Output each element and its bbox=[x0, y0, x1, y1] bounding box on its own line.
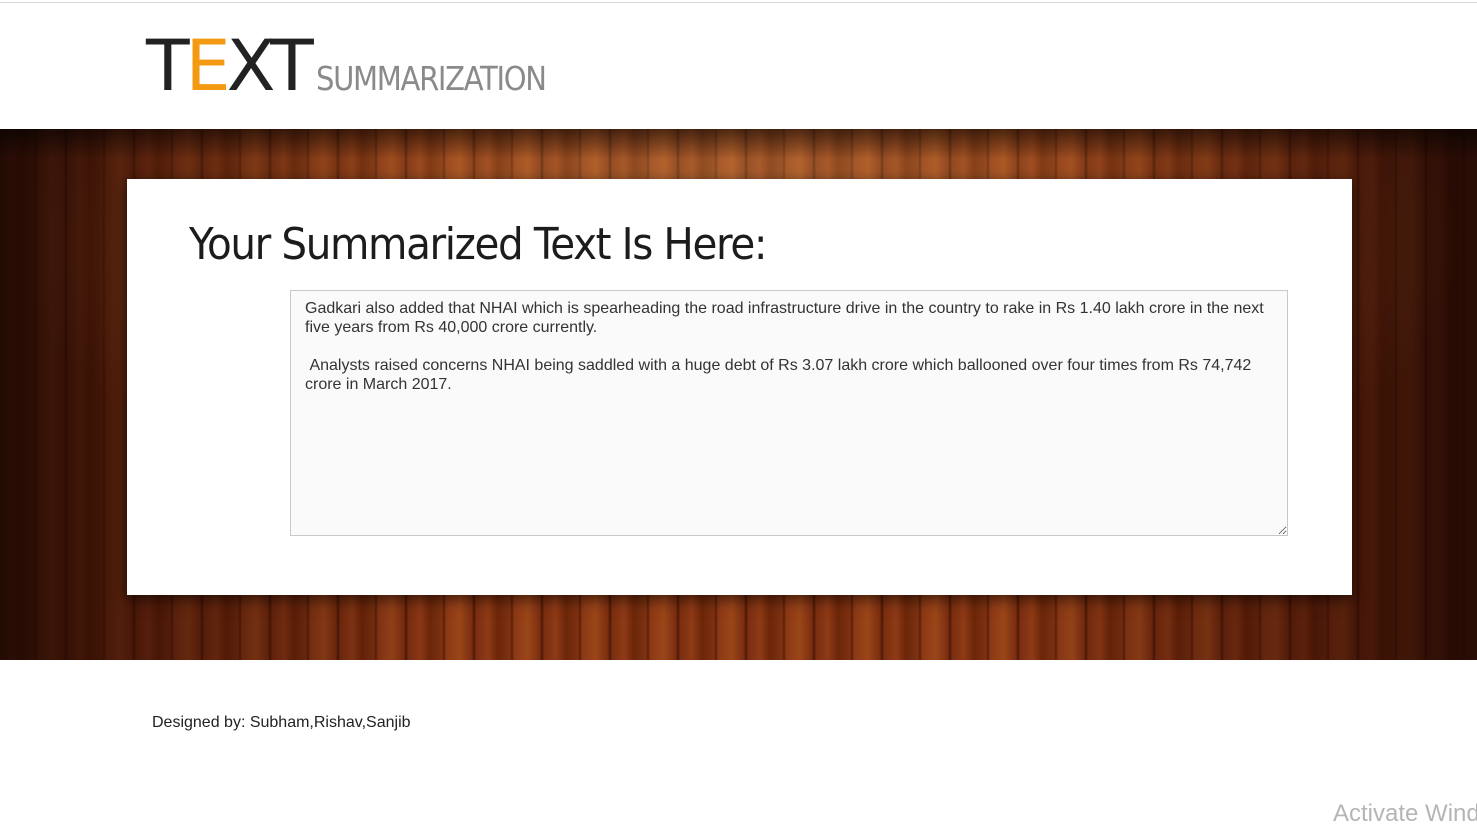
logo-subtitle: SUMMARIZATION bbox=[316, 59, 547, 98]
page-title: Your Summarized Text Is Here: bbox=[189, 219, 768, 270]
activation-watermark: Activate Wind bbox=[1333, 800, 1477, 827]
summary-card: Your Summarized Text Is Here: Gadkari al… bbox=[127, 179, 1352, 595]
footer-credits: Designed by: Subham,Rishav,Sanjib bbox=[152, 714, 411, 731]
site-header: TEXT SUMMARIZATION bbox=[0, 3, 1477, 129]
summary-textarea[interactable]: Gadkari also added that NHAI which is sp… bbox=[290, 290, 1288, 536]
logo-main-text: TEXT bbox=[146, 25, 314, 107]
site-logo[interactable]: TEXT SUMMARIZATION bbox=[146, 31, 577, 101]
logo-accent-letter: E bbox=[185, 25, 231, 107]
